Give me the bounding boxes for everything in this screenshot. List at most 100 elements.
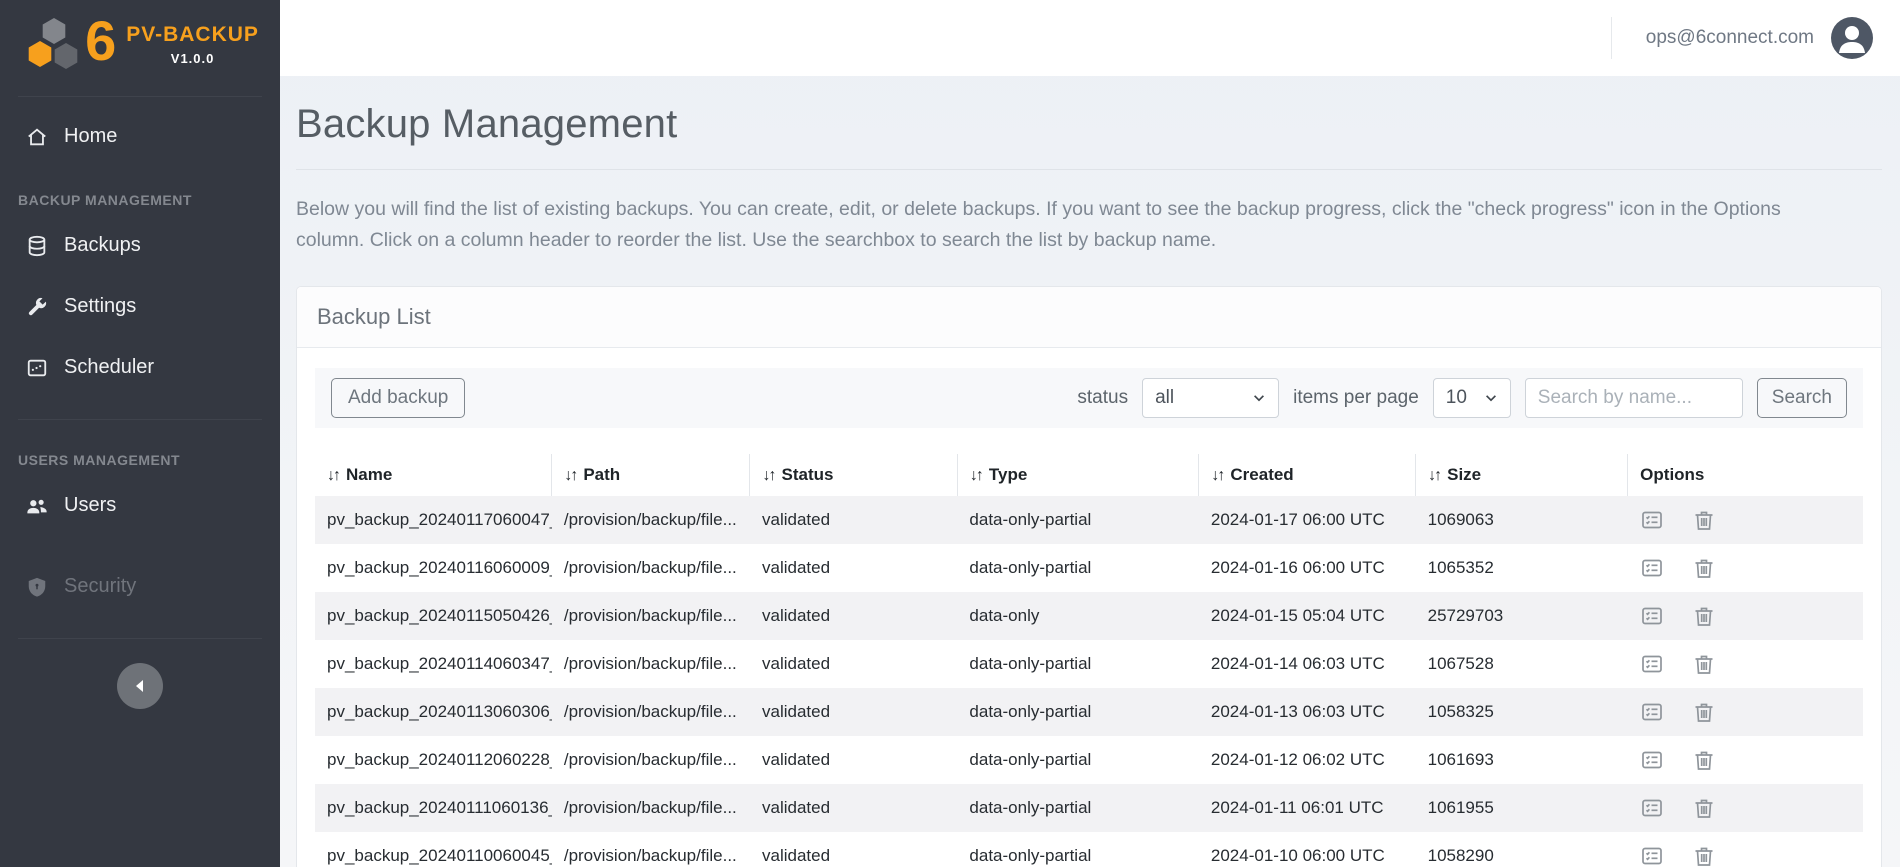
cell-type: data-only: [957, 592, 1198, 640]
cell-size: 1069063: [1416, 496, 1628, 544]
cell-size: 25729703: [1416, 592, 1628, 640]
table-row[interactable]: pv_backup_20240113060306_... /provision/…: [315, 688, 1863, 736]
add-backup-button[interactable]: Add backup: [331, 378, 465, 418]
sidebar-item-backups[interactable]: Backups: [0, 220, 280, 271]
column-header-name[interactable]: ↓↑Name: [315, 454, 552, 496]
check-progress-button[interactable]: [1640, 796, 1664, 820]
column-header-size[interactable]: ↓↑Size: [1416, 454, 1628, 496]
cell-options: [1628, 496, 1863, 544]
delete-button[interactable]: [1692, 652, 1716, 676]
sidebar-item-security[interactable]: Security: [0, 561, 280, 612]
check-progress-icon: [1640, 796, 1664, 820]
cell-name: pv_backup_20240116060009_...: [315, 544, 552, 592]
home-icon: [26, 126, 48, 148]
sort-icon: ↓↑: [1428, 467, 1440, 484]
sort-icon: ↓↑: [762, 467, 774, 484]
cell-created: 2024-01-11 06:01 UTC: [1199, 784, 1416, 832]
topbar-divider: [1611, 17, 1612, 59]
delete-button[interactable]: [1692, 844, 1716, 867]
brand-version: V1.0.0: [171, 51, 215, 66]
delete-button[interactable]: [1692, 556, 1716, 580]
brand-number: 6: [85, 13, 116, 69]
search-input[interactable]: [1525, 378, 1743, 418]
cell-status: validated: [750, 832, 957, 867]
sidebar-collapse-button[interactable]: [117, 663, 163, 709]
sidebar-item-label: Scheduler: [64, 356, 154, 379]
check-progress-button[interactable]: [1640, 700, 1664, 724]
cell-status: validated: [750, 736, 957, 784]
cell-created: 2024-01-13 06:03 UTC: [1199, 688, 1416, 736]
table-row[interactable]: pv_backup_20240116060009_... /provision/…: [315, 544, 1863, 592]
sidebar: 6 PV-BACKUP V1.0.0 Home BACKUP MANAGEMEN…: [0, 0, 280, 867]
trash-icon: [1692, 748, 1716, 772]
check-progress-button[interactable]: [1640, 604, 1664, 628]
cell-size: 1067528: [1416, 640, 1628, 688]
sidebar-section-backup-management: BACKUP MANAGEMENT: [0, 174, 280, 210]
cell-status: validated: [750, 688, 957, 736]
search-button[interactable]: Search: [1757, 378, 1847, 418]
sidebar-item-label: Backups: [64, 234, 141, 257]
trash-icon: [1692, 604, 1716, 628]
cell-name: pv_backup_20240113060306_...: [315, 688, 552, 736]
table-row[interactable]: pv_backup_20240115050426_... /provision/…: [315, 592, 1863, 640]
chevron-left-icon: [132, 678, 148, 694]
cell-type: data-only-partial: [957, 832, 1198, 867]
column-header-type[interactable]: ↓↑Type: [957, 454, 1198, 496]
table-row[interactable]: pv_backup_20240111060136_... /provision/…: [315, 784, 1863, 832]
delete-button[interactable]: [1692, 508, 1716, 532]
cell-path: /provision/backup/file...: [552, 592, 750, 640]
cell-created: 2024-01-14 06:03 UTC: [1199, 640, 1416, 688]
check-progress-button[interactable]: [1640, 652, 1664, 676]
trash-icon: [1692, 508, 1716, 532]
column-header-created[interactable]: ↓↑Created: [1199, 454, 1416, 496]
cell-path: /provision/backup/file...: [552, 688, 750, 736]
cell-path: /provision/backup/file...: [552, 784, 750, 832]
cell-status: validated: [750, 640, 957, 688]
table-row[interactable]: pv_backup_20240110060045_... /provision/…: [315, 832, 1863, 867]
cell-type: data-only-partial: [957, 736, 1198, 784]
cell-status: validated: [750, 544, 957, 592]
check-progress-icon: [1640, 844, 1664, 867]
user-avatar[interactable]: [1830, 16, 1874, 60]
cell-type: data-only-partial: [957, 544, 1198, 592]
delete-button[interactable]: [1692, 796, 1716, 820]
sidebar-item-settings[interactable]: Settings: [0, 281, 280, 332]
cell-name: pv_backup_20240111060136_...: [315, 784, 552, 832]
check-progress-icon: [1640, 748, 1664, 772]
sidebar-item-home[interactable]: Home: [0, 111, 280, 162]
check-progress-button[interactable]: [1640, 748, 1664, 772]
cell-options: [1628, 688, 1863, 736]
items-per-page-select[interactable]: 10: [1433, 378, 1511, 418]
check-progress-icon: [1640, 700, 1664, 724]
table-header-row: ↓↑Name↓↑Path↓↑Status↓↑Type↓↑Created↓↑Siz…: [315, 454, 1863, 496]
sidebar-item-label: Home: [64, 125, 117, 148]
delete-button[interactable]: [1692, 748, 1716, 772]
table-row[interactable]: pv_backup_20240112060228_... /provision/…: [315, 736, 1863, 784]
table-row[interactable]: pv_backup_20240117060047_... /provision/…: [315, 496, 1863, 544]
delete-button[interactable]: [1692, 700, 1716, 724]
database-icon: [26, 235, 48, 257]
sidebar-item-scheduler[interactable]: Scheduler: [0, 342, 280, 393]
check-progress-icon: [1640, 652, 1664, 676]
cell-type: data-only-partial: [957, 784, 1198, 832]
title-divider: [296, 169, 1882, 170]
hexagons-logo-icon: [21, 16, 79, 72]
column-header-path[interactable]: ↓↑Path: [552, 454, 750, 496]
sidebar-item-users[interactable]: Users: [0, 480, 280, 531]
cell-type: data-only-partial: [957, 640, 1198, 688]
table-row[interactable]: pv_backup_20240114060347_... /provision/…: [315, 640, 1863, 688]
status-filter-select[interactable]: all: [1142, 378, 1279, 418]
column-header-status[interactable]: ↓↑Status: [750, 454, 957, 496]
cell-path: /provision/backup/file...: [552, 640, 750, 688]
check-progress-button[interactable]: [1640, 844, 1664, 867]
sort-icon: ↓↑: [327, 467, 339, 484]
check-progress-button[interactable]: [1640, 556, 1664, 580]
delete-button[interactable]: [1692, 604, 1716, 628]
cell-options: [1628, 544, 1863, 592]
check-progress-icon: [1640, 604, 1664, 628]
cell-options: [1628, 640, 1863, 688]
cell-options: [1628, 736, 1863, 784]
cell-size: 1061955: [1416, 784, 1628, 832]
check-progress-button[interactable]: [1640, 508, 1664, 532]
user-email: ops@6connect.com: [1646, 27, 1814, 49]
